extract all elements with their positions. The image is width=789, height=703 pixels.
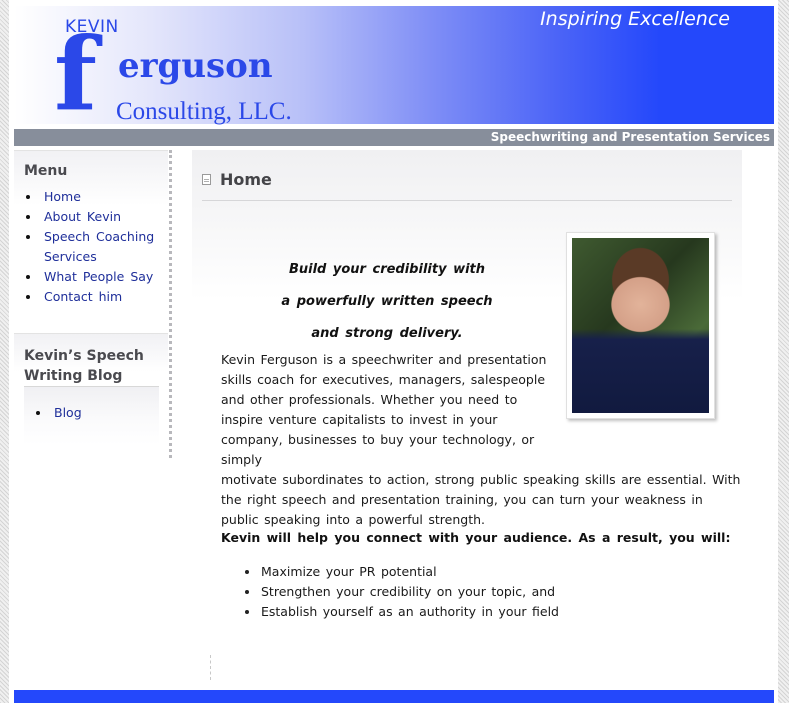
logo-consulting-text: Consulting, LLC. bbox=[116, 98, 292, 125]
help-statement: Kevin will help you connect with your au… bbox=[221, 530, 731, 545]
intro-text-narrow: Kevin Ferguson is a speechwriter and pre… bbox=[221, 352, 547, 467]
headline-line-2: a powerfully written speech bbox=[281, 294, 493, 309]
menu-item-what-people-say[interactable]: What People Say bbox=[24, 267, 168, 287]
blog-item[interactable]: Blog bbox=[34, 403, 159, 423]
main-content: Home Build your credibility with a power… bbox=[192, 150, 742, 680]
menu-item-contact[interactable]: Contact him bbox=[24, 287, 168, 307]
benefit-item: Strengthen your credibility on your topi… bbox=[245, 582, 559, 602]
menu-title: Menu bbox=[24, 163, 68, 179]
site-header: KEVIN f erguson Consulting, LLC. Inspiri… bbox=[14, 6, 774, 133]
title-divider bbox=[202, 200, 732, 201]
site-footer bbox=[14, 690, 774, 703]
sidebar: Menu Home About Kevin Speech Coaching Se… bbox=[14, 150, 168, 460]
menu-list: Home About Kevin Speech Coaching Service… bbox=[24, 187, 168, 307]
menu-link-about-kevin[interactable]: About Kevin bbox=[44, 209, 121, 224]
intro-text-wide: motivate subordinates to action, strong … bbox=[221, 472, 741, 527]
document-icon bbox=[202, 174, 211, 185]
menu-link-speech-coaching[interactable]: Speech Coaching Services bbox=[44, 229, 154, 264]
tagline: Inspiring Excellence bbox=[540, 8, 730, 30]
blog-list: Blog bbox=[34, 403, 159, 423]
headline-line-3: and strong delivery. bbox=[311, 326, 463, 341]
benefit-item: Establish yourself as an authority in yo… bbox=[245, 602, 559, 622]
intro-paragraph: Kevin Ferguson is a speechwriter and pre… bbox=[221, 350, 741, 530]
menu-item-home[interactable]: Home bbox=[24, 187, 168, 207]
page-title: Home bbox=[202, 170, 272, 189]
menu-link-contact[interactable]: Contact him bbox=[44, 289, 122, 304]
blog-title: Kevin’s Speech Writing Blog bbox=[24, 346, 159, 387]
page-container: KEVIN f erguson Consulting, LLC. Inspiri… bbox=[9, 0, 778, 703]
menu-link-home[interactable]: Home bbox=[44, 189, 81, 204]
menu-item-about-kevin[interactable]: About Kevin bbox=[24, 207, 168, 227]
logo-f-glyph: f bbox=[54, 15, 98, 133]
blog-list-container: Blog bbox=[24, 387, 159, 445]
services-subtitle-bar: Speechwriting and Presentation Services bbox=[14, 129, 774, 146]
headline: Build your credibility with a powerfully… bbox=[212, 254, 562, 350]
sidebar-divider bbox=[169, 150, 172, 458]
menu-link-what-people-say[interactable]: What People Say bbox=[44, 269, 153, 284]
benefits-list: Maximize your PR potential Strengthen yo… bbox=[245, 562, 559, 622]
headline-line-1: Build your credibility with bbox=[288, 262, 486, 277]
menu-box: Menu Home About Kevin Speech Coaching Se… bbox=[14, 150, 168, 333]
page-title-text: Home bbox=[220, 170, 272, 189]
menu-item-speech-coaching[interactable]: Speech Coaching Services bbox=[24, 227, 168, 267]
blog-box: Kevin’s Speech Writing Blog Blog bbox=[14, 333, 168, 460]
footer-divider bbox=[210, 655, 211, 680]
benefit-item: Maximize your PR potential bbox=[245, 562, 559, 582]
blog-link[interactable]: Blog bbox=[54, 405, 82, 420]
logo-erguson-text: erguson bbox=[118, 46, 273, 86]
